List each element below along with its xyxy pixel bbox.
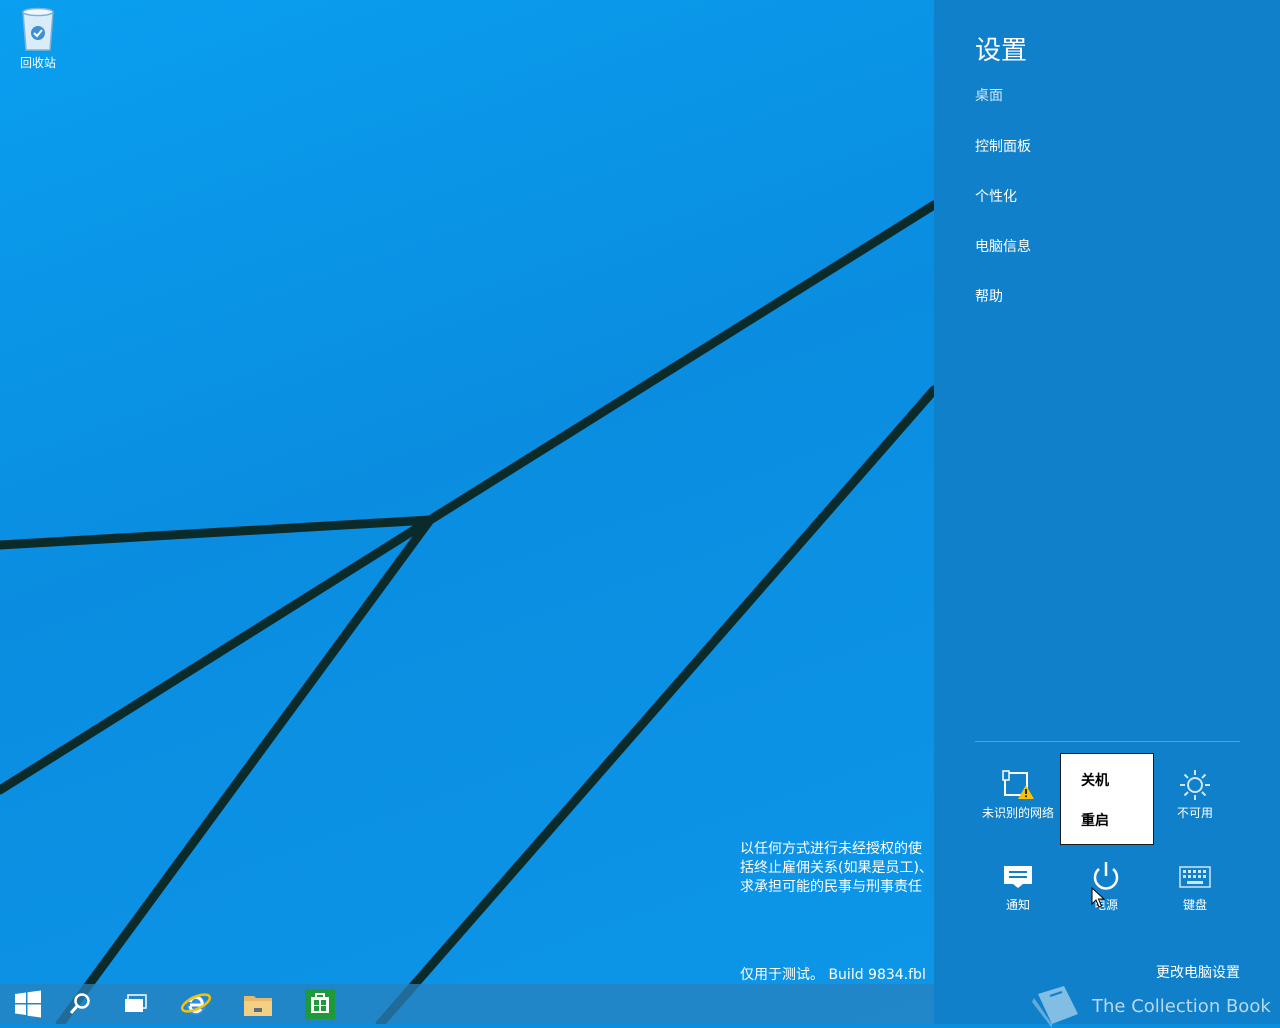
quick-settings-divider <box>975 741 1240 742</box>
notifications-icon <box>973 860 1063 894</box>
recycle-bin[interactable]: 回收站 <box>10 6 66 71</box>
collection-book-watermark: The Collection Book <box>1030 984 1271 1028</box>
warning-line-1: 以任何方式进行未经授权的使 <box>740 841 922 857</box>
charm-title: 设置 <box>975 36 1028 66</box>
settings-charm-panel: 设置 桌面 控制面板 个性化 电脑信息 帮助 未识别的网络 关机 重启 不可用 … <box>934 0 1280 1028</box>
brightness-label: 不可用 <box>1176 806 1213 820</box>
book-icon <box>1032 986 1078 1028</box>
internet-explorer-icon[interactable] <box>168 984 224 1024</box>
file-explorer-icon[interactable] <box>230 984 286 1024</box>
shutdown-option[interactable]: 关机 <box>1081 770 1109 790</box>
power-menu: 关机 重启 <box>1060 753 1154 845</box>
windows-start-icon[interactable] <box>0 984 56 1024</box>
power-icon <box>1061 860 1151 894</box>
warning-line-2: 括终止雇佣关系(如果是员工)、 <box>740 860 933 876</box>
power-tile[interactable]: 电源 <box>1061 860 1151 913</box>
recycle-bin-icon <box>19 6 57 52</box>
keyboard-tile[interactable]: 键盘 <box>1150 860 1240 913</box>
notifications-tile[interactable]: 通知 <box>973 860 1063 913</box>
search-icon[interactable] <box>52 984 108 1024</box>
brightness-tile[interactable]: 不可用 <box>1150 768 1240 821</box>
warning-line-3: 求承担可能的民事与刑事责任 <box>740 879 922 895</box>
network-warning-icon <box>973 768 1063 802</box>
brightness-icon <box>1150 768 1240 802</box>
mouse-cursor-icon <box>1091 886 1106 913</box>
taskbar <box>0 984 934 1024</box>
store-icon[interactable] <box>292 984 348 1024</box>
activation-warning: 以任何方式进行未经授权的使 括终止雇佣关系(如果是员工)、 求承担可能的民事与刑… <box>740 840 933 897</box>
notifications-label: 通知 <box>1005 898 1030 912</box>
collection-book-text: The Collection Book <box>1092 995 1271 1017</box>
build-label: 仅用于测试。 Build 9834.fbl <box>740 967 926 983</box>
link-personalization[interactable]: 个性化 <box>975 186 1017 206</box>
task-view-icon[interactable] <box>108 984 164 1024</box>
link-control-panel[interactable]: 控制面板 <box>975 136 1031 156</box>
charm-subtitle: 桌面 <box>975 88 1003 104</box>
keyboard-label: 键盘 <box>1182 898 1207 912</box>
restart-option[interactable]: 重启 <box>1081 810 1109 830</box>
keyboard-icon <box>1150 860 1240 894</box>
power-label: 电源 <box>1093 898 1118 912</box>
desktop: 回收站 以任何方式进行未经授权的使 括终止雇佣关系(如果是员工)、 求承担可能的… <box>0 0 934 1024</box>
recycle-bin-label: 回收站 <box>19 56 56 70</box>
network-label: 未识别的网络 <box>981 806 1054 820</box>
change-pc-settings-link[interactable]: 更改电脑设置 <box>1156 962 1240 982</box>
link-pc-info[interactable]: 电脑信息 <box>975 236 1031 256</box>
link-help[interactable]: 帮助 <box>975 286 1003 306</box>
network-tile[interactable]: 未识别的网络 <box>973 768 1063 821</box>
